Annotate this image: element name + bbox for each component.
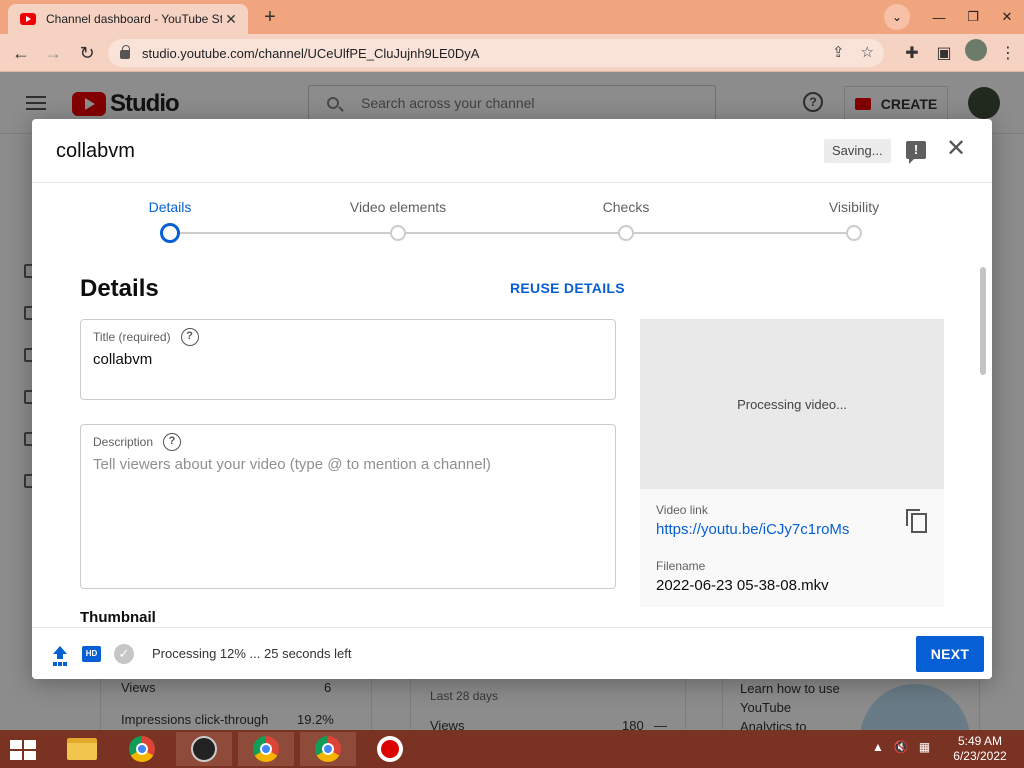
lock-icon xyxy=(120,45,130,59)
browser-tab[interactable]: Channel dashboard - YouTube Studio ✕ xyxy=(8,4,248,34)
step-visibility[interactable]: Visibility xyxy=(784,199,924,215)
side-panel-icon[interactable]: ▣ xyxy=(928,43,960,63)
taskbar-recorder-icon[interactable] xyxy=(362,732,418,766)
step-dot-details[interactable] xyxy=(160,223,180,243)
description-field[interactable]: Description ? Tell viewers about your vi… xyxy=(80,424,616,589)
step-dot-video-elements[interactable] xyxy=(390,225,406,241)
upload-icon[interactable] xyxy=(52,646,68,664)
checks-icon[interactable]: ✓ xyxy=(114,644,134,664)
step-dot-checks[interactable] xyxy=(618,225,634,241)
minimize-icon[interactable]: — xyxy=(922,10,956,25)
url-text: studio.youtube.com/channel/UCeUlfPE_CluJ… xyxy=(142,45,480,61)
close-icon[interactable]: ✕ xyxy=(944,137,968,161)
title-field[interactable]: Title (required) ? collabvm xyxy=(80,319,616,400)
reuse-details-button[interactable]: REUSE DETAILS xyxy=(510,280,625,296)
feedback-icon[interactable]: ! xyxy=(906,141,926,164)
dialog-title: collabvm xyxy=(56,140,135,162)
video-preview[interactable]: Processing video... xyxy=(640,319,944,489)
section-heading: Details xyxy=(80,275,159,302)
volume-muted-icon[interactable]: 🔇 xyxy=(894,740,909,754)
youtube-favicon-icon xyxy=(20,13,36,25)
taskbar-chrome-window-icon[interactable] xyxy=(238,732,294,766)
window-close-icon[interactable]: ✕ xyxy=(990,9,1024,25)
clock-time: 5:49 AM xyxy=(957,734,1003,748)
menu-kebab-icon[interactable]: ⋮ xyxy=(992,43,1024,63)
hd-icon[interactable]: HD xyxy=(82,646,101,662)
upload-stepper: Details Video elements Checks Visibility xyxy=(32,183,992,253)
clock-date: 6/23/2022 xyxy=(953,749,1007,763)
taskbar-clock[interactable]: 5:49 AM 6/23/2022 xyxy=(950,734,1010,764)
taskbar-file-explorer-icon[interactable] xyxy=(54,732,110,766)
windows-start-icon[interactable] xyxy=(10,740,38,760)
windows-taskbar: ▲ 🔇 ▦ 5:49 AM 6/23/2022 xyxy=(0,730,1024,768)
back-icon[interactable]: ← xyxy=(8,40,34,66)
video-link-label: Video link xyxy=(656,503,708,517)
taskbar-chrome-icon[interactable] xyxy=(114,732,170,766)
forward-icon[interactable]: → xyxy=(40,40,66,66)
address-bar[interactable]: studio.youtube.com/channel/UCeUlfPE_CluJ… xyxy=(108,39,884,67)
filename-value: 2022-06-23 05-38-08.mkv xyxy=(656,577,829,594)
extensions-icon[interactable]: ✚ xyxy=(896,43,928,63)
step-details[interactable]: Details xyxy=(100,199,240,215)
dialog-header: collabvm Saving... ! ✕ xyxy=(32,119,992,183)
upload-dialog: collabvm Saving... ! ✕ Details Video ele… xyxy=(32,119,992,679)
saving-badge: Saving... xyxy=(824,139,891,163)
browser-toolbar: ← → ↻ studio.youtube.com/channel/UCeUlfP… xyxy=(0,34,1024,72)
step-video-elements[interactable]: Video elements xyxy=(328,199,468,215)
video-link[interactable]: https://youtu.be/iCJy7c1roMs xyxy=(656,521,849,538)
title-field-value[interactable]: collabvm xyxy=(93,351,152,368)
taskbar-chrome-window2-icon[interactable] xyxy=(300,732,356,766)
tab-close-icon[interactable]: ✕ xyxy=(222,11,240,28)
description-help-icon[interactable]: ? xyxy=(163,433,182,451)
stepper-line xyxy=(170,232,854,234)
progress-text: Processing 12% ... 25 seconds left xyxy=(152,646,352,661)
system-tray: ▲ 🔇 ▦ xyxy=(872,740,930,754)
thumbnail-heading: Thumbnail xyxy=(80,609,156,626)
filename-label: Filename xyxy=(656,559,706,573)
processing-text: Processing video... xyxy=(737,397,847,412)
restore-icon[interactable]: ❐ xyxy=(956,9,990,25)
content-scrollbar[interactable] xyxy=(980,267,986,375)
share-icon[interactable]: ⇪ xyxy=(832,43,845,61)
title-field-label: Title (required) xyxy=(93,330,171,344)
video-preview-panel: Processing video... Video link https://y… xyxy=(640,319,944,607)
window-controls: ⌄ — ❐ ✕ xyxy=(884,0,1024,34)
step-checks[interactable]: Checks xyxy=(556,199,696,215)
next-button[interactable]: NEXT xyxy=(916,636,984,672)
tab-title: Channel dashboard - YouTube Studio xyxy=(46,12,222,26)
network-icon[interactable]: ▦ xyxy=(919,740,930,754)
details-content: Details REUSE DETAILS Title (required) ?… xyxy=(32,253,992,627)
tray-expand-icon[interactable]: ▲ xyxy=(872,740,884,754)
bookmark-star-icon[interactable]: ☆ xyxy=(861,43,874,61)
copy-icon[interactable] xyxy=(906,509,927,533)
new-tab-button[interactable]: + xyxy=(258,6,282,30)
step-dot-visibility[interactable] xyxy=(846,225,862,241)
dialog-footer: HD ✓ Processing 12% ... 25 seconds left … xyxy=(32,627,992,679)
tab-search-icon[interactable]: ⌄ xyxy=(884,4,910,30)
reload-icon[interactable]: ↻ xyxy=(74,40,100,66)
profile-avatar[interactable] xyxy=(960,39,992,66)
browser-tab-strip: Channel dashboard - YouTube Studio ✕ + ⌄… xyxy=(0,0,1024,34)
description-field-label: Description xyxy=(93,435,154,449)
title-help-icon[interactable]: ? xyxy=(180,328,199,346)
taskbar-obs-icon[interactable] xyxy=(176,732,232,766)
description-placeholder[interactable]: Tell viewers about your video (type @ to… xyxy=(93,456,491,473)
